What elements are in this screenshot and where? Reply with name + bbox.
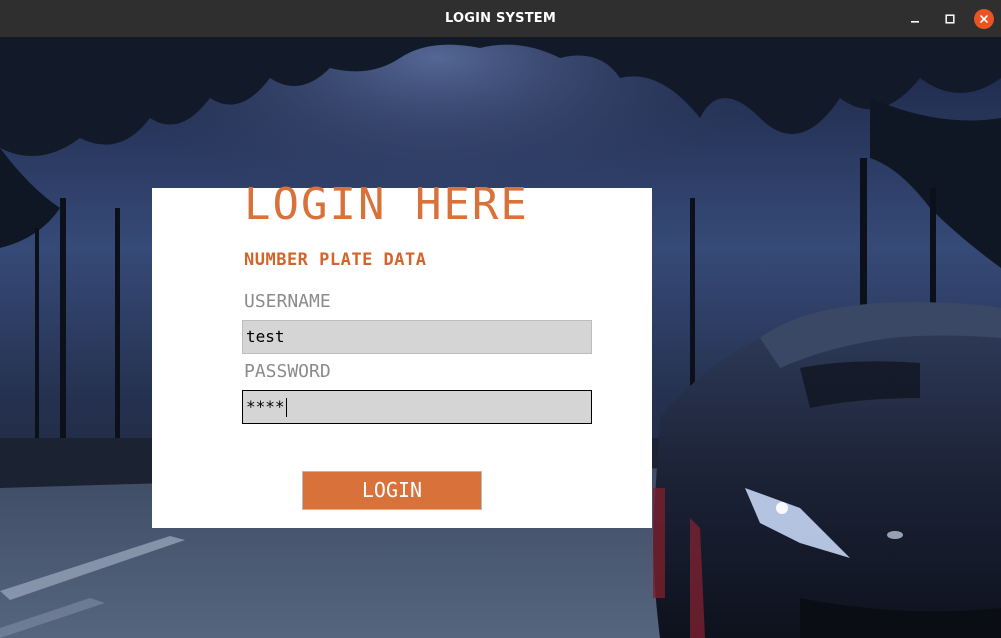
maximize-icon[interactable]	[940, 9, 960, 29]
password-label: PASSWORD	[244, 361, 331, 382]
password-field[interactable]: ****	[242, 390, 592, 424]
username-label: USERNAME	[244, 291, 331, 312]
username-field[interactable]: test	[242, 320, 592, 354]
login-heading: LOGIN HERE	[244, 179, 529, 230]
title-bar[interactable]: LOGIN SYSTEM	[0, 0, 1001, 38]
close-icon[interactable]	[974, 9, 994, 29]
username-value: test	[246, 327, 285, 346]
login-subheading: NUMBER PLATE DATA	[244, 250, 427, 270]
text-caret	[285, 398, 287, 417]
login-button[interactable]: LOGIN	[302, 471, 482, 510]
password-value: ****	[246, 397, 285, 416]
minimize-icon[interactable]	[905, 9, 925, 29]
window-title: LOGIN SYSTEM	[444, 11, 556, 26]
login-window: LOGIN SYSTEM LOGIN HERE NUMBER PLATE DAT…	[0, 0, 1001, 638]
